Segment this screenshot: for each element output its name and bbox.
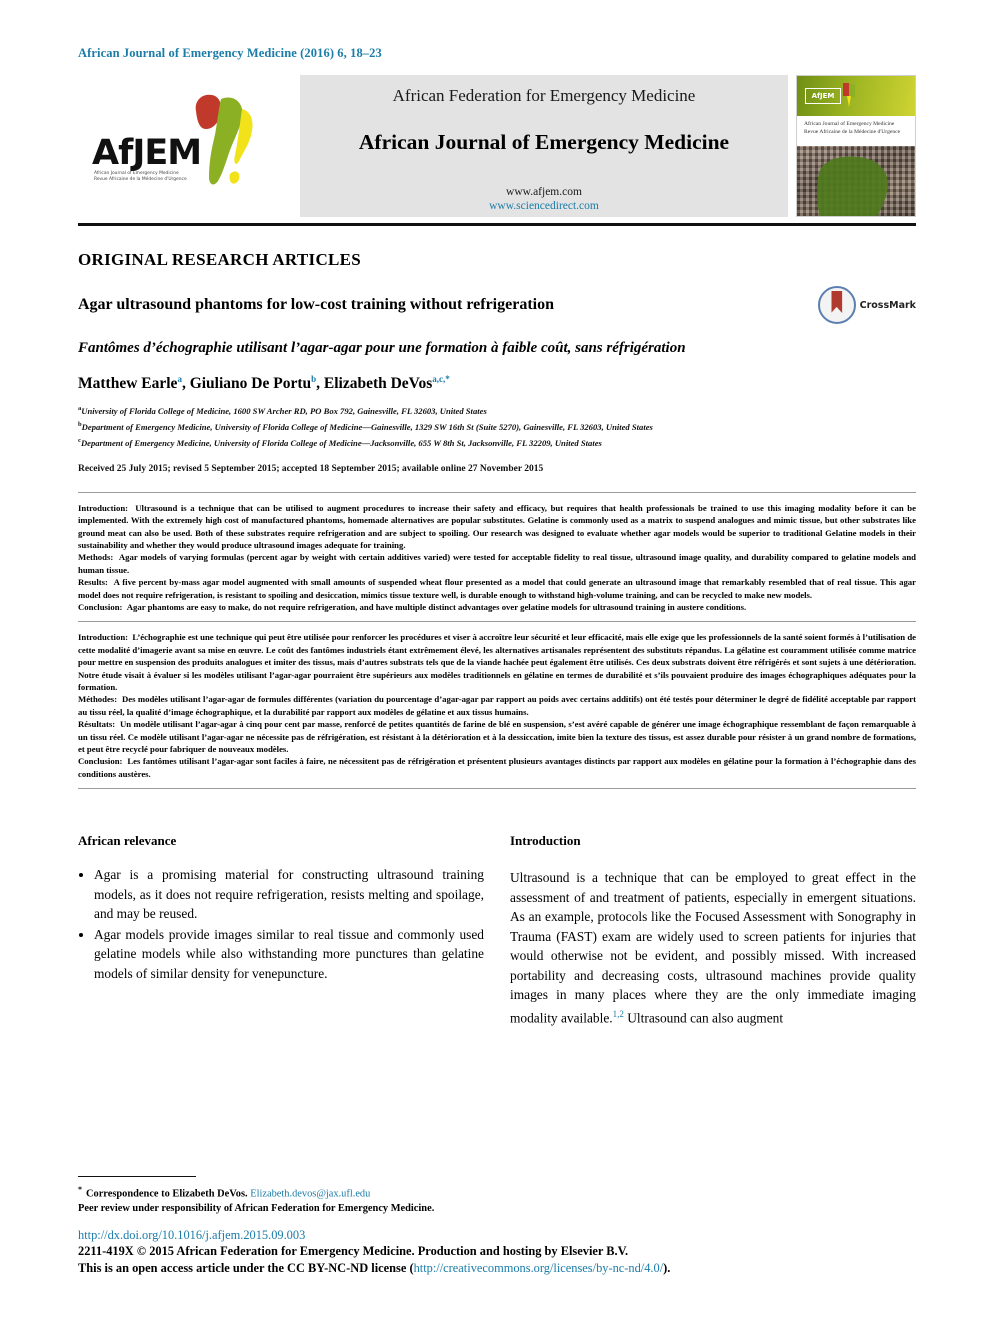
abstract-en-methods-label: Methods: [78, 552, 114, 563]
affiliation-text-c: Department of Emergency Medicine, Univer… [80, 437, 602, 448]
affiliation-b: bDepartment of Emergency Medicine, Unive… [78, 418, 916, 434]
reference-marker[interactable]: 1,2 [613, 1009, 624, 1019]
list-item: Agar models provide images similar to re… [94, 925, 484, 984]
journal-website-url: www.afjem.com [506, 185, 582, 198]
journal-name: African Journal of Emergency Medicine [358, 129, 730, 154]
footnote-divider [78, 1176, 196, 1177]
peer-review-note: Peer review under responsibility of Afri… [78, 1203, 435, 1215]
abstract-en-results: Results: A five percent by-mass agar mod… [78, 576, 916, 601]
masthead-divider [78, 223, 916, 226]
author-mark-1[interactable]: a [177, 374, 182, 384]
abstract-fr-results: Résultats: Un modèle utilisant l’agar-ag… [78, 718, 916, 755]
title-row: Agar ultrasound phantoms for low-cost tr… [78, 286, 916, 324]
abstract-fr-results-text: Un modèle utilisant l’agar-agar à cinq p… [78, 719, 916, 755]
doi-link[interactable]: http://dx.doi.org/10.1016/j.afjem.2015.0… [78, 1228, 916, 1243]
affiliation-text-a: University of Florida College of Medicin… [81, 406, 487, 417]
introduction-paragraph: Ultrasound is a technique that can be em… [510, 868, 916, 1027]
cover-afjem-badge: AfJEM [805, 88, 841, 104]
abstract-fr-methods-label: Méthodes: [78, 694, 118, 705]
cover-title-block: African Journal of Emergency Medicine Re… [797, 116, 915, 146]
received-dates: Received 25 July 2015; revised 5 Septemb… [78, 463, 544, 474]
african-relevance-list: Agar is a promising material for constru… [78, 865, 484, 983]
journal-masthead: AfJEM African Journal of Emergency Medic… [78, 75, 916, 217]
abstract-fr-methods: Méthodes: Des modèles utilisant l’agar-a… [78, 693, 916, 718]
affiliation-a: aUniversity of Florida College of Medici… [78, 402, 916, 418]
page-footer: * Correspondence to Elizabeth DeVos. Eliz… [78, 1176, 916, 1277]
cover-flag-icon [843, 83, 855, 107]
correspondence-star: * [78, 1185, 82, 1194]
affiliation-list: aUniversity of Florida College of Medici… [78, 402, 916, 450]
page-title: Agar ultrasound phantoms for low-cost tr… [78, 296, 554, 313]
abstract-en-methods-text: Agar models of varying formulas (percent… [78, 552, 917, 575]
running-head: African Journal of Emergency Medicine (2… [78, 46, 382, 60]
list-item: Agar is a promising material for constru… [94, 865, 484, 924]
abstract-en-results-text: A five percent by-mass agar model augmen… [78, 577, 916, 600]
section-label: ORIGINAL RESEARCH ARTICLES [78, 250, 362, 269]
page-title-french: Fantômes d’échographie utilisant l’agar-… [78, 340, 686, 356]
abstract-fr-conclusion: Conclusion: Les fantômes utilisant l’aga… [78, 755, 916, 780]
author-name-2: Giuliano De Portu [189, 375, 312, 393]
author-name-1: Matthew Earle [78, 375, 178, 393]
masthead-urls: www.afjem.com www.sciencedirect.com [489, 185, 599, 213]
abstract-fr-conclusion-text: Les fantômes utilisant l’agar-agar sont … [78, 756, 917, 779]
federation-name: African Federation for Emergency Medicin… [392, 85, 696, 105]
article-page: African Journal of Emergency Medicine (2… [0, 0, 992, 1323]
correspondence-label: Correspondence to Elizabeth DeVos. [86, 1188, 248, 1200]
author-list: Matthew Earlea, Giuliano De Portub, Eliz… [78, 374, 450, 393]
abstract-en-conclusion-label: Conclusion: [78, 601, 123, 612]
affiliation-text-b: Department of Emergency Medicine, Univer… [81, 421, 653, 432]
license-suffix: ). [663, 1261, 671, 1276]
abstract-fr-introduction: Introduction: L’échographie est une tech… [78, 631, 916, 693]
cover-africa-icon [817, 156, 888, 216]
license-prefix: This is an open access article under the… [78, 1261, 414, 1276]
abstract-en-introduction-label: Introduction: [78, 502, 129, 513]
abstract-fr-conclusion-label: Conclusion: [78, 756, 123, 767]
abstract-en-conclusion-text: Agar phantoms are easy to make, do not r… [126, 601, 747, 612]
abstract-en-methods: Methods: Agar models of varying formulas… [78, 551, 916, 576]
afjem-logo-subtitle: African Journal of Emergency Medicine Rev… [94, 171, 187, 182]
cover-photo-mosaic [797, 146, 915, 216]
introduction-text-part2: Ultrasound can also augment [627, 1010, 784, 1026]
afjem-wordmark: AfJEM [92, 133, 202, 173]
abstract-english: Introduction: Ultrasound is a technique … [78, 493, 916, 622]
abstract-rule-bottom [78, 788, 916, 790]
afjem-logo: AfJEM African Journal of Emergency Medic… [78, 75, 300, 217]
sciencedirect-url[interactable]: www.sciencedirect.com [489, 199, 599, 213]
column-right: Introduction Ultrasound is a technique t… [510, 833, 916, 1027]
author-name-3: Elizabeth DeVos [323, 375, 433, 393]
author-mark-3[interactable]: a,c,* [432, 374, 450, 384]
abstract-fr-introduction-label: Introduction: [78, 632, 129, 643]
introduction-heading: Introduction [510, 833, 581, 849]
copyright-line: 2211-419X © 2015 African Federation for … [78, 1244, 629, 1259]
abstract-en-results-label: Results: [78, 577, 108, 588]
african-relevance-heading: African relevance [78, 833, 177, 849]
author-mark-2[interactable]: b [311, 374, 316, 384]
correspondence-email[interactable]: Elizabeth.devos@jax.ufl.edu [250, 1188, 370, 1199]
correspondence-line: * Correspondence to Elizabeth DeVos. Eliz… [78, 1182, 916, 1201]
introduction-text-part1: Ultrasound is a technique that can be em… [510, 870, 916, 1026]
affiliation-c: cDepartment of Emergency Medicine, Unive… [78, 434, 916, 450]
body-columns: African relevance Agar is a promising ma… [78, 833, 916, 1027]
masthead-center: African Federation for Emergency Medicin… [300, 75, 788, 217]
abstract-en-introduction-text: Ultrasound is a technique that can be ut… [78, 502, 916, 550]
cover-title-line1: African Journal of Emergency Medicine [804, 121, 895, 127]
abstract-en-conclusion: Conclusion: Agar phantoms are easy to ma… [78, 601, 916, 613]
cover-title-line2: Revue Africaine de la Médecine d'Urgence [804, 128, 901, 135]
abstract-en-introduction: Introduction: Ultrasound is a technique … [78, 502, 916, 552]
abstract-fr-results-label: Résultats: [78, 719, 116, 730]
license-line: This is an open access article under the… [78, 1260, 916, 1277]
crossmark-icon [817, 286, 856, 324]
journal-cover-thumbnail: AfJEM African Journal of Emergency Medic… [796, 75, 916, 217]
column-left: African relevance Agar is a promising ma… [78, 833, 484, 1027]
crossmark-badge[interactable]: CrossMark [817, 286, 916, 324]
crossmark-label: CrossMark [859, 299, 916, 311]
abstract-french: Introduction: L’échographie est une tech… [78, 622, 916, 788]
abstract-fr-methods-text: Des modèles utilisant l’agar-agar de for… [78, 694, 916, 717]
license-url[interactable]: http://creativecommons.org/licenses/by-n… [414, 1261, 664, 1275]
abstract-fr-introduction-text: L’échographie est une technique qui peut… [78, 632, 917, 693]
